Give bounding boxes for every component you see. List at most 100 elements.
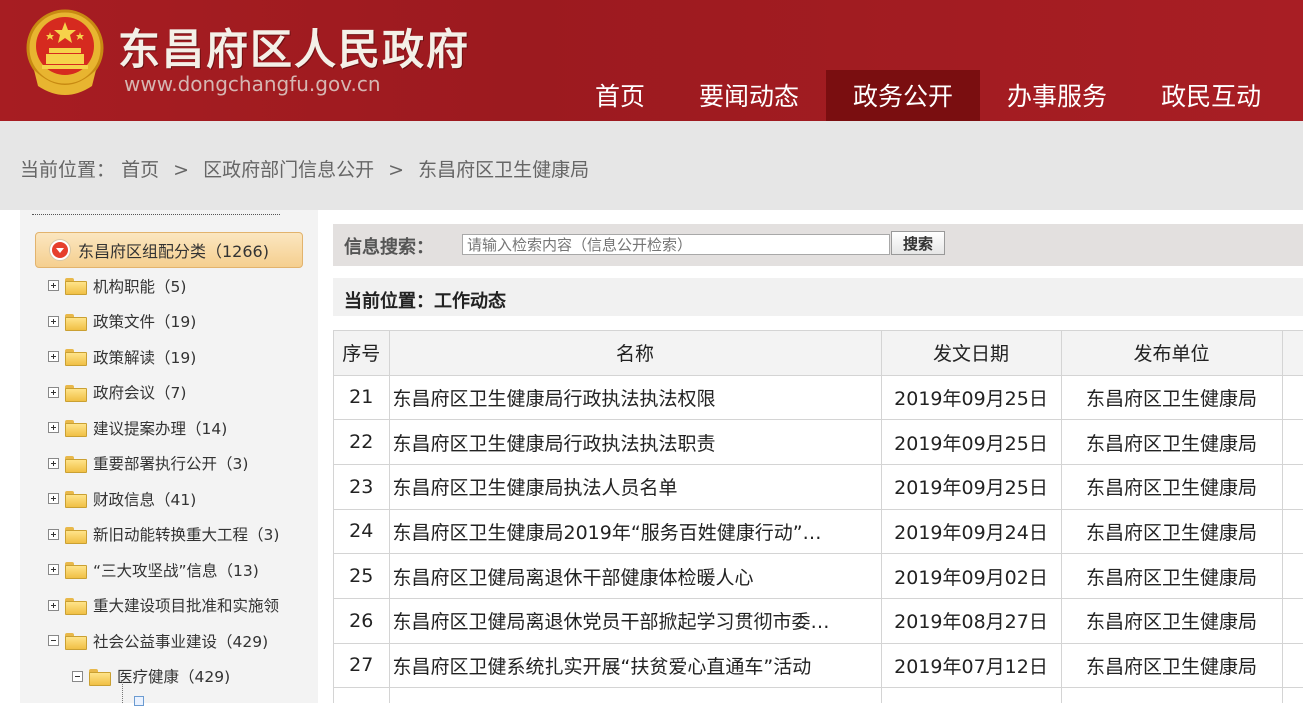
folder-icon [65, 384, 87, 402]
folder-icon [65, 491, 87, 509]
table-row: 27 东昌府区卫健系统扎实开展“扶贫爱心直通车”活动 2019年07月12日 东… [334, 643, 1303, 689]
tree-item-policy-interpret[interactable]: 政策解读（19) [48, 339, 279, 375]
row-extra-cell [1282, 464, 1303, 510]
expand-plus-icon[interactable] [48, 564, 59, 576]
tree-item-org-functions[interactable]: 机构职能（5) [48, 268, 279, 304]
document-link[interactable]: 东昌府区卫健局离退休党员干部掀起学习贯彻市委… [389, 598, 882, 644]
tree-item-label: 社会公益事业建设（429) [93, 632, 269, 651]
search-label: 信息搜索： [344, 237, 434, 258]
expand-plus-icon[interactable] [48, 493, 59, 505]
document-link[interactable] [389, 687, 882, 703]
expand-plus-icon[interactable] [48, 315, 59, 327]
folder-icon [65, 349, 87, 367]
document-link[interactable]: 东昌府区卫生健康局执法人员名单 [389, 464, 882, 510]
section-title: 当前位置：工作动态 [344, 291, 506, 312]
folder-icon [65, 455, 87, 473]
collapse-minus-icon[interactable] [48, 635, 59, 647]
row-unit: 东昌府区卫生健康局 [1061, 464, 1283, 510]
site-url: www.dongchangfu.gov.cn [124, 72, 381, 96]
row-unit: 东昌府区卫生健康局 [1061, 643, 1283, 689]
row-date: 2019年09月24日 [881, 509, 1062, 555]
tree-item-label: “三大攻坚战”信息（13) [93, 561, 259, 580]
search-button[interactable]: 搜索 [891, 231, 945, 255]
search-input[interactable] [462, 234, 890, 255]
expand-plus-icon[interactable] [48, 422, 59, 434]
row-extra-cell [1282, 687, 1303, 703]
row-date: 2019年09月25日 [881, 464, 1062, 510]
site-title: 东昌府区人民政府 [118, 25, 471, 74]
expand-plus-icon[interactable] [48, 351, 59, 363]
column-header-unit: 发布单位 [1061, 331, 1283, 376]
breadcrumb-home[interactable]: 首页 [121, 159, 159, 181]
tree-item-gov-meetings[interactable]: 政府会议（7) [48, 375, 279, 411]
document-link[interactable]: 东昌府区卫健系统扎实开展“扶贫爱心直通车”活动 [389, 643, 882, 689]
row-date: 2019年08月27日 [881, 598, 1062, 644]
nav-home[interactable]: 首页 [568, 70, 672, 121]
breadcrumb-health-bureau[interactable]: 东昌府区卫生健康局 [418, 159, 589, 181]
row-date: 2019年09月02日 [881, 553, 1062, 599]
tree-item-proposals[interactable]: 建议提案办理（14) [48, 410, 279, 446]
row-number: 21 [334, 375, 390, 421]
table-header-row: 序号 名称 发文日期 发布单位 [334, 331, 1303, 376]
row-date [881, 687, 1062, 703]
tree-item-medical-health[interactable]: 医疗健康（429) [48, 659, 279, 695]
tree-item-label: 政策文件（19) [93, 313, 197, 332]
table-row: 23 东昌府区卫生健康局执法人员名单 2019年09月25日 东昌府区卫生健康局 [334, 464, 1303, 510]
row-extra-cell [1282, 553, 1303, 599]
document-link[interactable]: 东昌府区卫健局离退休干部健康体检暖人心 [389, 553, 882, 599]
row-unit: 东昌府区卫生健康局 [1061, 598, 1283, 644]
expand-plus-icon[interactable] [48, 280, 59, 292]
nav-services[interactable]: 办事服务 [980, 70, 1134, 121]
expand-plus-icon[interactable] [48, 457, 59, 469]
folder-icon [65, 633, 87, 651]
tree-root-node[interactable]: 东昌府区组配分类（1266) [35, 232, 303, 268]
document-link[interactable]: 东昌府区卫生健康局行政执法执法权限 [389, 375, 882, 421]
column-header-extra [1282, 331, 1303, 376]
table-row [334, 687, 1303, 703]
row-date: 2019年07月12日 [881, 643, 1062, 689]
main-nav: 首页 要闻动态 政务公开 办事服务 政民互动 [568, 70, 1288, 121]
row-number: 27 [334, 643, 390, 689]
nav-interaction[interactable]: 政民互动 [1134, 70, 1288, 121]
row-unit: 东昌府区卫生健康局 [1061, 419, 1283, 465]
row-unit: 东昌府区卫生健康局 [1061, 553, 1283, 599]
category-tree: 机构职能（5) 政策文件（19) 政策解读（19) 政府会议（7) 建议提案办理… [48, 268, 279, 694]
tree-item-label: 财政信息（41) [93, 490, 197, 509]
table-row: 24 东昌府区卫生健康局2019年“服务百姓健康行动”… 2019年09月24日… [334, 509, 1303, 555]
tree-item-finance[interactable]: 财政信息（41) [48, 481, 279, 517]
collapse-minus-icon[interactable] [72, 670, 83, 682]
table-row: 22 东昌府区卫生健康局行政执法执法职责 2019年09月25日 东昌府区卫生健… [334, 419, 1303, 465]
tree-item-label: 新旧动能转换重大工程（3) [93, 526, 280, 545]
expand-plus-icon[interactable] [48, 599, 59, 611]
row-extra-cell [1282, 509, 1303, 555]
tree-item-deployment[interactable]: 重要部署执行公开（3) [48, 446, 279, 482]
nav-gov-affairs[interactable]: 政务公开 [826, 70, 981, 121]
row-unit: 东昌府区卫生健康局 [1061, 375, 1283, 421]
tree-item-label: 重大建设项目批准和实施领 [93, 597, 280, 616]
tree-item-label: 医疗健康（429) [117, 668, 231, 687]
tree-item-major-projects[interactable]: 重大建设项目批准和实施领 [48, 588, 279, 624]
site-header: 东昌府区人民政府 www.dongchangfu.gov.cn 首页 要闻动态 … [0, 0, 1303, 121]
breadcrumb: 当前位置： 首页 > 区政府部门信息公开 > 东昌府区卫生健康局 [20, 155, 589, 182]
expand-plus-icon[interactable] [48, 528, 59, 540]
row-number: 26 [334, 598, 390, 644]
breadcrumb-dept-info[interactable]: 区政府部门信息公开 [203, 159, 374, 181]
row-number: 25 [334, 553, 390, 599]
tree-item-public-welfare[interactable]: 社会公益事业建设（429) [48, 623, 279, 659]
row-extra-cell [1282, 375, 1303, 421]
row-number: 24 [334, 509, 390, 555]
nav-news[interactable]: 要闻动态 [672, 70, 826, 121]
tree-item-energy-projects[interactable]: 新旧动能转换重大工程（3) [48, 517, 279, 553]
folder-icon [65, 278, 87, 296]
tree-item-label: 政策解读（19) [93, 348, 197, 367]
expand-plus-icon[interactable] [48, 386, 59, 398]
tree-item-policy-docs[interactable]: 政策文件（19) [48, 304, 279, 340]
document-table: 序号 名称 发文日期 发布单位 21 东昌府区卫生健康局行政执法执法权限 201… [333, 330, 1303, 703]
row-unit: 东昌府区卫生健康局 [1061, 509, 1283, 555]
document-link[interactable]: 东昌府区卫生健康局2019年“服务百姓健康行动”… [389, 509, 882, 555]
folder-icon [89, 668, 111, 686]
tree-item-three-battles[interactable]: “三大攻坚战”信息（13) [48, 552, 279, 588]
divider [32, 214, 280, 215]
document-link[interactable]: 东昌府区卫生健康局行政执法执法职责 [389, 419, 882, 465]
column-header-no: 序号 [334, 331, 390, 376]
